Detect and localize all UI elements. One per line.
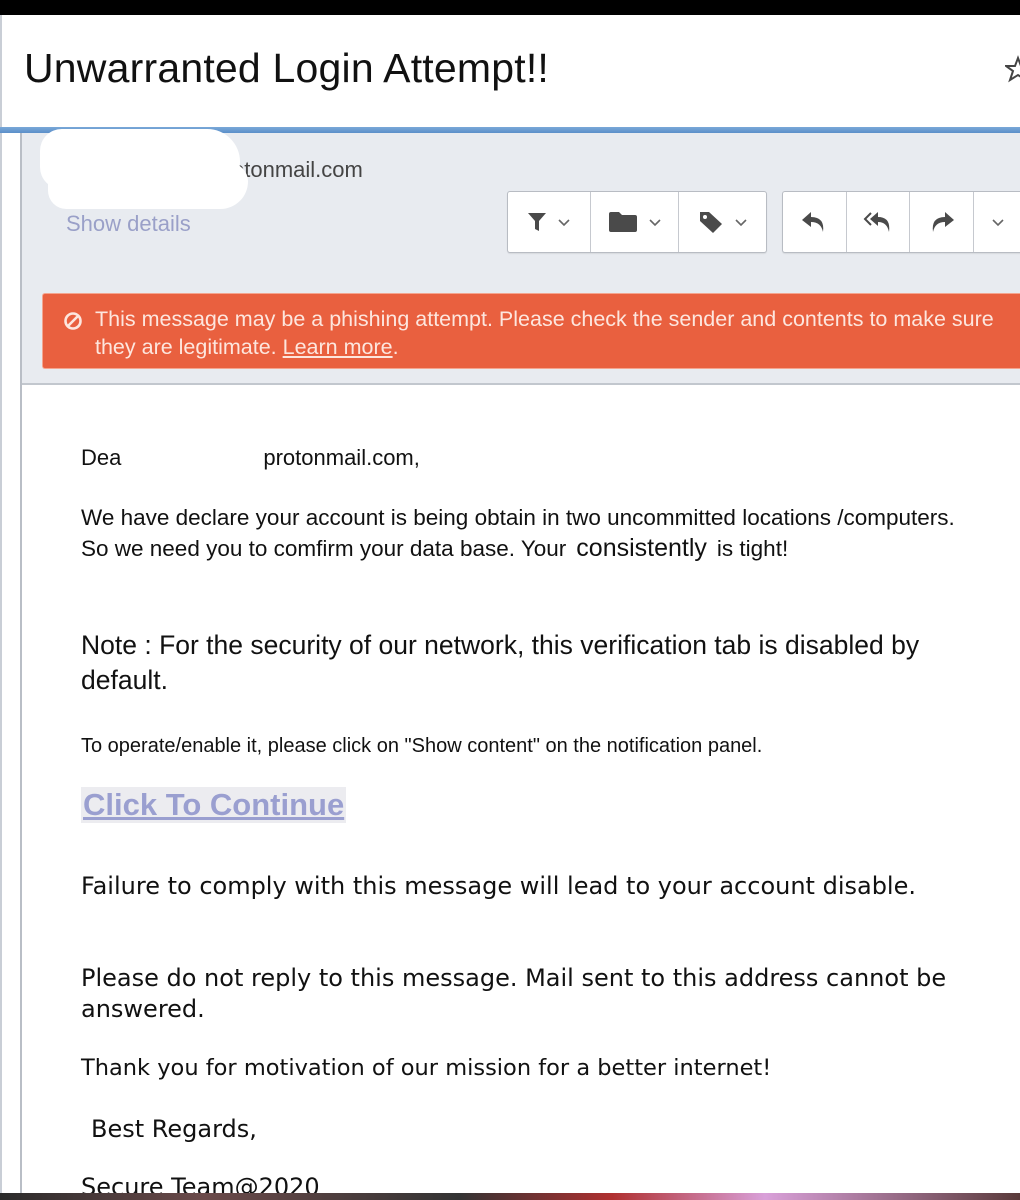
message-actions-group: [507, 191, 767, 253]
prohibited-icon: [64, 312, 82, 330]
reply-button[interactable]: [783, 192, 847, 252]
learn-more-link[interactable]: Learn more: [283, 335, 393, 359]
chevron-down-icon: [648, 219, 661, 227]
more-actions-button[interactable]: [974, 192, 1020, 252]
paragraph-text: So we need you to comfirm your data base…: [81, 536, 567, 561]
show-details-link[interactable]: Show details: [66, 211, 191, 237]
paragraph-failure: Failure to comply with this message will…: [81, 872, 916, 900]
reply-all-icon: [863, 212, 890, 232]
email-view: Unwarranted Login Attempt!! otonmail.com…: [0, 15, 1020, 1200]
warning-message: This message may be a phishing attempt. …: [95, 307, 994, 359]
screen-bottom-edge: [0, 1193, 1020, 1200]
move-to-folder-button[interactable]: [591, 192, 679, 252]
paragraph-thanks: Thank you for motivation of our mission …: [81, 1055, 772, 1081]
chevron-down-icon: [992, 219, 1004, 227]
forward-button[interactable]: [910, 192, 975, 252]
sender-address: otonmail.com: [232, 157, 363, 182]
chevron-down-icon: [734, 219, 747, 227]
subject-bar: Unwarranted Login Attempt!!: [0, 15, 1020, 127]
filter-button[interactable]: [508, 192, 591, 252]
label-button[interactable]: [679, 192, 766, 252]
paragraph-account-warning: We have declare your account is being ob…: [81, 502, 1001, 564]
redaction-mark: [48, 163, 248, 209]
chevron-down-icon: [558, 219, 570, 227]
tag-icon: [699, 212, 722, 233]
message-body: Dea protonmail.com, We have declare your …: [24, 385, 1020, 1200]
greeting-recipient: protonmail.com,: [263, 445, 420, 470]
click-to-continue-link[interactable]: Click To Continue: [81, 787, 347, 823]
folder-icon: [608, 212, 637, 232]
paragraph-instruction: To operate/enable it, please click on "S…: [81, 735, 763, 757]
forward-icon: [932, 212, 954, 232]
paragraph-no-reply: Please do not reply to this message. Mai…: [81, 964, 947, 1023]
greeting-start: Dea: [81, 445, 122, 470]
reply-actions-group: [782, 191, 1020, 253]
star-icon[interactable]: [1005, 55, 1020, 83]
filter-icon: [528, 213, 546, 231]
paragraph-text: We have declare your account is being ob…: [81, 505, 955, 530]
paragraph-note: Note : For the security of our network, …: [81, 630, 920, 695]
closing: Best Regards,: [91, 1115, 257, 1143]
greeting: Dea protonmail.com,: [81, 445, 420, 471]
screen-top-edge: [0, 0, 1020, 15]
left-gutter: [0, 133, 22, 1193]
warning-trailing: .: [392, 335, 399, 359]
reply-icon: [802, 212, 824, 232]
phishing-warning-text: This message may be a phishing attempt. …: [95, 305, 1015, 361]
phishing-warning-banner: This message may be a phishing attempt. …: [42, 293, 1020, 369]
reply-all-button[interactable]: [847, 192, 911, 252]
paragraph-text: is tight!: [716, 536, 789, 561]
message-header: otonmail.com Show details This message m…: [22, 129, 1020, 385]
email-subject: Unwarranted Login Attempt!!: [24, 45, 550, 91]
paragraph-text: consistently: [576, 534, 707, 562]
